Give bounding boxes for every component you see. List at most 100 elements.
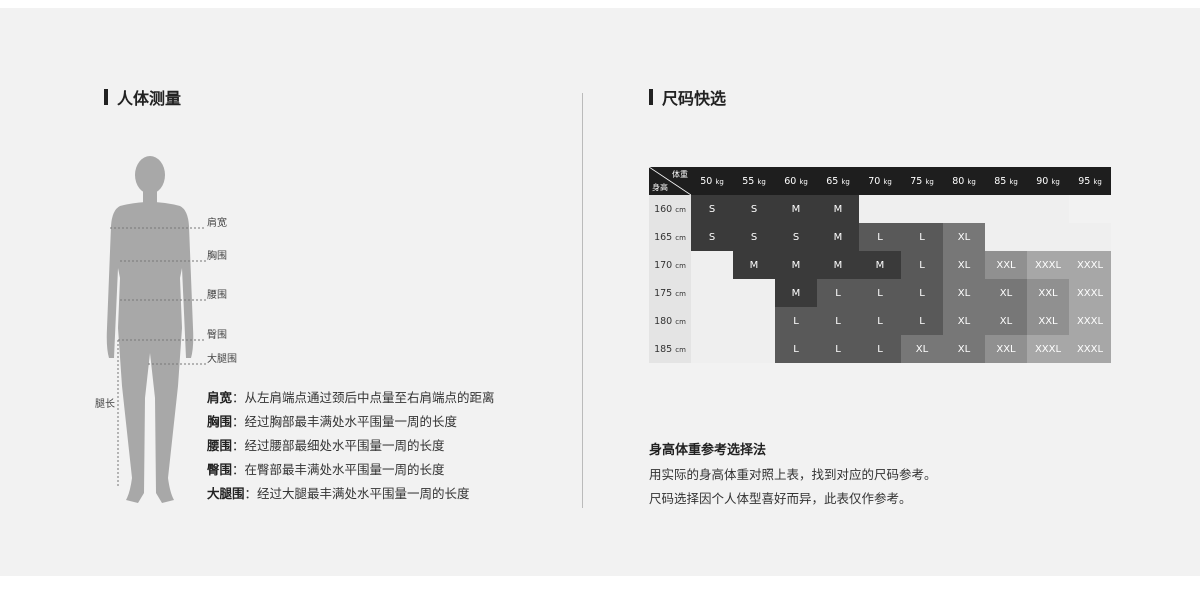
- size-cell: L: [775, 307, 817, 335]
- size-cell: XXXL: [1027, 335, 1069, 363]
- size-cell: L: [859, 335, 901, 363]
- size-cell: L: [901, 279, 943, 307]
- weight-header: 55 kg: [733, 167, 775, 195]
- size-cell: [691, 307, 733, 335]
- size-cell: M: [817, 223, 859, 251]
- body-measurement-title: 人体测量: [117, 89, 182, 108]
- label-waist: 腰围: [207, 290, 227, 301]
- table-row: 180 cm L L L L XL XL XXL XXXL: [649, 307, 1111, 335]
- size-cell: L: [901, 223, 943, 251]
- size-cell: [985, 223, 1027, 251]
- weight-header: 75 kg: [901, 167, 943, 195]
- label-hip: 臀围: [207, 330, 227, 341]
- size-cell: [691, 279, 733, 307]
- size-cell: L: [817, 335, 859, 363]
- heading-marker: [649, 89, 653, 105]
- size-cell: [943, 195, 985, 223]
- table-header-row: 体重 身高 50 kg 55 kg 60 kg 65 kg 70 kg 75 k…: [649, 167, 1111, 195]
- size-cell: [733, 279, 775, 307]
- size-cell: [985, 195, 1027, 223]
- size-cell: XL: [943, 279, 985, 307]
- size-cell: M: [817, 251, 859, 279]
- size-cell: L: [817, 279, 859, 307]
- size-cell: XL: [943, 251, 985, 279]
- size-cell: XXL: [985, 335, 1027, 363]
- size-cell: [691, 335, 733, 363]
- weight-header: 80 kg: [943, 167, 985, 195]
- table-row: 185 cm L L L XL XL XXL XXXL XXXL: [649, 335, 1111, 363]
- table-corner: 体重 身高: [649, 167, 691, 195]
- size-cell: S: [733, 223, 775, 251]
- label-chest: 胸围: [207, 251, 227, 262]
- size-cell: S: [691, 195, 733, 223]
- weight-header: 95 kg: [1069, 167, 1111, 195]
- size-cell: L: [859, 307, 901, 335]
- size-cell: [859, 195, 901, 223]
- size-cell: XXXL: [1069, 251, 1111, 279]
- body-measurement-heading: 人体测量: [104, 85, 181, 109]
- height-header: 180 cm: [649, 307, 691, 335]
- size-cell: L: [901, 251, 943, 279]
- corner-height-label: 身高: [652, 183, 668, 192]
- size-chart-table: 体重 身高 50 kg 55 kg 60 kg 65 kg 70 kg 75 k…: [649, 167, 1111, 363]
- size-cell: XXL: [985, 251, 1027, 279]
- weight-header: 90 kg: [1027, 167, 1069, 195]
- label-leg: 腿长: [95, 399, 115, 410]
- desc-thigh: 大腿围：经过大腿最丰满处水平围量一周的长度: [207, 486, 470, 501]
- size-cell: [1027, 223, 1069, 251]
- weight-header: 70 kg: [859, 167, 901, 195]
- heading-marker: [104, 89, 108, 105]
- size-cell: [1027, 195, 1069, 223]
- size-cell: XXL: [1027, 279, 1069, 307]
- weight-header: 50 kg: [691, 167, 733, 195]
- body-figure: [106, 156, 206, 503]
- size-cell: XL: [985, 307, 1027, 335]
- size-cell: XL: [943, 223, 985, 251]
- height-header: 185 cm: [649, 335, 691, 363]
- size-cell: XXXL: [1027, 251, 1069, 279]
- selection-method-line: 尺码选择因个人体型喜好而异，此表仅作参考。: [649, 491, 912, 506]
- height-header: 175 cm: [649, 279, 691, 307]
- size-cell: XL: [943, 335, 985, 363]
- table-row: 165 cm S S S M L L XL: [649, 223, 1111, 251]
- size-cell: XXXL: [1069, 279, 1111, 307]
- size-cell: XXL: [1027, 307, 1069, 335]
- size-cell: S: [775, 223, 817, 251]
- size-cell: XXXL: [1069, 335, 1111, 363]
- size-cell: S: [733, 195, 775, 223]
- size-cell: L: [775, 335, 817, 363]
- desc-chest: 胸围：经过胸部最丰满处水平围量一周的长度: [207, 414, 458, 429]
- height-header: 165 cm: [649, 223, 691, 251]
- size-cell: XXXL: [1069, 307, 1111, 335]
- size-cell: [901, 195, 943, 223]
- column-divider: [582, 93, 583, 508]
- corner-weight-label: 体重: [672, 170, 688, 179]
- size-cell: M: [817, 195, 859, 223]
- size-cell: M: [775, 251, 817, 279]
- weight-header: 60 kg: [775, 167, 817, 195]
- selection-method-line: 用实际的身高体重对照上表，找到对应的尺码参考。: [649, 467, 937, 482]
- size-cell: [1069, 223, 1111, 251]
- size-cell: L: [901, 307, 943, 335]
- size-quick-select-title: 尺码快选: [662, 89, 727, 108]
- label-thigh: 大腿围: [207, 354, 237, 365]
- table-row: 175 cm M L L L XL XL XXL XXXL: [649, 279, 1111, 307]
- size-cell: M: [775, 279, 817, 307]
- size-cell: S: [691, 223, 733, 251]
- size-quick-select-heading: 尺码快选: [649, 85, 726, 109]
- selection-method-title: 身高体重参考选择法: [649, 443, 767, 458]
- size-cell: XL: [943, 307, 985, 335]
- desc-waist: 腰围：经过腰部最细处水平围量一周的长度: [207, 438, 445, 453]
- desc-shoulder: 肩宽：从左肩端点通过颈后中点量至右肩端点的距离: [207, 390, 495, 405]
- size-cell: [1069, 195, 1111, 223]
- size-cell: M: [859, 251, 901, 279]
- size-cell: [733, 335, 775, 363]
- size-cell: M: [775, 195, 817, 223]
- size-cell: L: [859, 223, 901, 251]
- weight-header: 85 kg: [985, 167, 1027, 195]
- size-cell: [733, 307, 775, 335]
- size-guide-panel: 人体测量 肩宽 胸围 腰围 臀围 大腿围 腿长 肩宽：从左肩端点通过颈后中点量至…: [0, 8, 1200, 576]
- weight-header: 65 kg: [817, 167, 859, 195]
- table-row: 160 cm S S M M: [649, 195, 1111, 223]
- size-cell: [691, 251, 733, 279]
